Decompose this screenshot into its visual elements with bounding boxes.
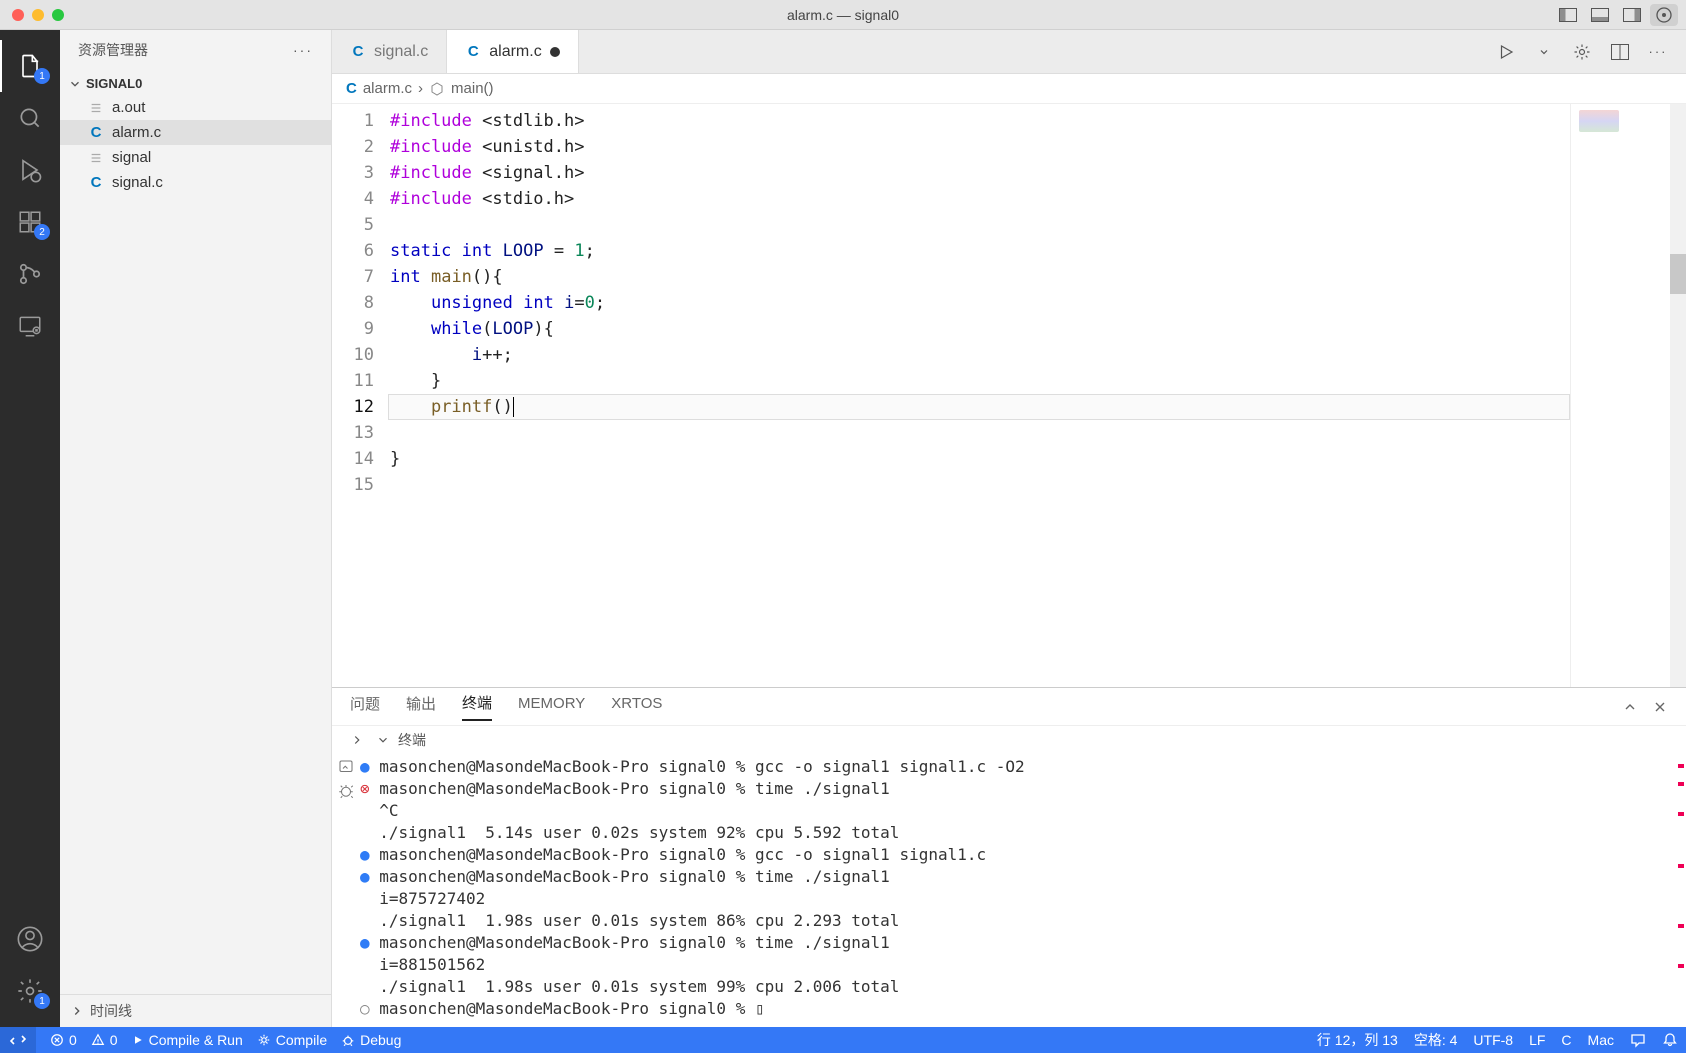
- breadcrumb[interactable]: C alarm.c › main(): [332, 74, 1686, 104]
- status-errors[interactable]: 0: [50, 1032, 77, 1048]
- close-window-button[interactable]: [12, 9, 24, 21]
- file-name: signal.c: [112, 174, 163, 191]
- timeline-label: 时间线: [90, 1001, 132, 1021]
- status-compile-run[interactable]: Compile & Run: [132, 1032, 243, 1048]
- terminal-output[interactable]: ● masonchen@MasondeMacBook-Pro signal0 %…: [360, 754, 1672, 1027]
- folder-name: SIGNAL0: [86, 76, 142, 91]
- minimize-window-button[interactable]: [32, 9, 44, 21]
- more-actions-icon[interactable]: ···: [1644, 38, 1672, 66]
- status-eol[interactable]: LF: [1529, 1030, 1545, 1050]
- tab-memory[interactable]: MEMORY: [518, 695, 585, 718]
- terminal-group-label: 终端: [398, 730, 426, 750]
- c-file-icon: C: [88, 124, 104, 141]
- source-control-icon[interactable]: [0, 248, 60, 300]
- extensions-badge: 2: [34, 224, 50, 240]
- status-warnings[interactable]: 0: [91, 1032, 118, 1048]
- settings-gear-icon[interactable]: 1: [0, 965, 60, 1017]
- status-indent[interactable]: 空格: 4: [1414, 1030, 1458, 1050]
- status-debug[interactable]: Debug: [341, 1032, 401, 1048]
- status-bar: 0 0 Compile & Run Compile Debug 行 12，列 1…: [0, 1027, 1686, 1053]
- file-name: signal: [112, 149, 151, 166]
- activity-bar: 1 2 1: [0, 30, 60, 1027]
- editor-tab[interactable]: Calarm.c: [447, 30, 578, 73]
- tab-problems[interactable]: 问题: [350, 693, 380, 720]
- terminal-overview: [1672, 754, 1686, 1027]
- terminal-run-to-icon[interactable]: [337, 758, 355, 776]
- extensions-icon[interactable]: 2: [0, 196, 60, 248]
- scrollbar-thumb[interactable]: [1670, 254, 1686, 294]
- folder-header[interactable]: SIGNAL0: [60, 72, 331, 95]
- editor-area: Csignal.cCalarm.c ··· C alarm.c ›: [332, 30, 1686, 1027]
- file-item[interactable]: Csignal.c: [60, 170, 331, 195]
- split-editor-icon[interactable]: [1606, 38, 1634, 66]
- tab-xrtos[interactable]: XRTOS: [611, 695, 662, 718]
- explorer-badge: 1: [34, 68, 50, 84]
- breadcrumb-separator: ›: [418, 80, 423, 97]
- editor-tabs: Csignal.cCalarm.c ···: [332, 30, 1686, 74]
- sidebar-title: 资源管理器: [78, 40, 148, 60]
- status-encoding[interactable]: UTF-8: [1473, 1030, 1513, 1050]
- file-name: alarm.c: [112, 124, 161, 141]
- run-dropdown-icon[interactable]: [1530, 38, 1558, 66]
- tab-label: signal.c: [374, 43, 428, 61]
- timeline-section[interactable]: 时间线: [60, 994, 331, 1027]
- toggle-panel-left-icon[interactable]: [1554, 4, 1582, 26]
- minimap[interactable]: [1570, 104, 1670, 687]
- status-feedback-icon[interactable]: [1630, 1030, 1646, 1050]
- remote-indicator[interactable]: [0, 1027, 36, 1053]
- sidebar-more-icon[interactable]: ···: [293, 42, 313, 58]
- c-file-icon: C: [350, 43, 366, 60]
- toggle-panel-right-icon[interactable]: [1618, 4, 1646, 26]
- search-icon[interactable]: [0, 92, 60, 144]
- status-language[interactable]: C: [1561, 1030, 1571, 1050]
- explorer-icon[interactable]: 1: [0, 40, 60, 92]
- accounts-icon[interactable]: [0, 913, 60, 965]
- remote-explorer-icon[interactable]: [0, 300, 60, 352]
- generic-file-icon: [88, 101, 104, 115]
- maximize-window-button[interactable]: [52, 9, 64, 21]
- run-debug-icon[interactable]: [0, 144, 60, 196]
- panel-maximize-icon[interactable]: [1622, 699, 1638, 715]
- explorer-sidebar: 资源管理器 ··· SIGNAL0 a.out Calarm.c signal Csi…: [60, 30, 332, 1027]
- window-controls: [0, 9, 64, 21]
- settings-icon[interactable]: [1568, 38, 1596, 66]
- generic-file-icon: [88, 151, 104, 165]
- terminal-bug-icon[interactable]: [337, 782, 355, 800]
- status-compile[interactable]: Compile: [257, 1032, 327, 1048]
- c-file-icon: C: [465, 43, 481, 60]
- chevron-right-icon[interactable]: [350, 733, 364, 747]
- file-item[interactable]: Calarm.c: [60, 120, 331, 145]
- run-button[interactable]: [1492, 38, 1520, 66]
- status-bell-icon[interactable]: [1662, 1030, 1678, 1050]
- tab-output[interactable]: 输出: [406, 693, 436, 720]
- dirty-indicator-icon: [550, 47, 560, 57]
- settings-badge: 1: [34, 993, 50, 1009]
- status-cursor-pos[interactable]: 行 12，列 13: [1317, 1030, 1398, 1050]
- title-layout-controls: [1554, 4, 1678, 26]
- symbol-function-icon: [429, 81, 445, 97]
- breadcrumb-symbol: main(): [451, 80, 494, 97]
- vertical-scrollbar[interactable]: [1670, 104, 1686, 687]
- breadcrumb-file: alarm.c: [363, 80, 412, 97]
- file-name: a.out: [112, 99, 145, 116]
- panel-close-icon[interactable]: [1652, 699, 1668, 715]
- c-file-icon: C: [88, 174, 104, 191]
- editor-tab[interactable]: Csignal.c: [332, 30, 447, 73]
- activity-bottom: 1: [0, 913, 60, 1017]
- file-item[interactable]: a.out: [60, 95, 331, 120]
- tab-terminal[interactable]: 终端: [462, 692, 492, 721]
- file-item[interactable]: signal: [60, 145, 331, 170]
- bottom-panel: 问题 输出 终端 MEMORY XRTOS: [332, 687, 1686, 1027]
- c-lang-icon: C: [346, 80, 357, 97]
- code-editor[interactable]: 123456789101112131415 #include <stdlib.h…: [332, 104, 1686, 687]
- status-os[interactable]: Mac: [1588, 1030, 1614, 1050]
- customize-layout-icon[interactable]: [1650, 4, 1678, 26]
- minimap-content: [1579, 110, 1619, 132]
- sidebar-header: 资源管理器 ···: [60, 30, 331, 70]
- window-title: alarm.c — signal0: [787, 7, 899, 23]
- tab-label: alarm.c: [489, 43, 541, 61]
- chevron-down-icon[interactable]: [376, 733, 390, 747]
- toggle-panel-bottom-icon[interactable]: [1586, 4, 1614, 26]
- titlebar: alarm.c — signal0: [0, 0, 1686, 30]
